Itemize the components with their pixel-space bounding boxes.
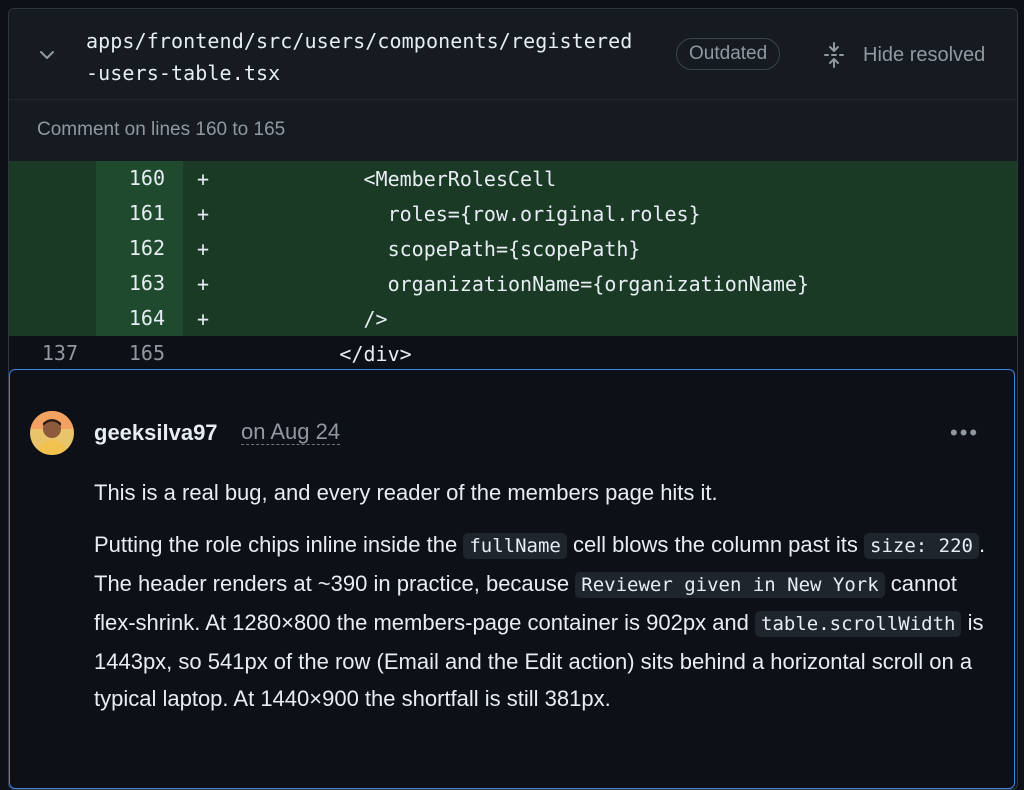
diff-hunk: 160 + <MemberRolesCell 161 + roles={row.…: [9, 161, 1017, 371]
hide-resolved-label: Hide resolved: [863, 43, 986, 66]
new-line-number[interactable]: 162: [96, 231, 183, 266]
diff-line: 162 + scopePath={scopePath}: [9, 231, 1017, 266]
diff-code: scopePath={scopePath}: [219, 236, 641, 261]
comment-on-lines: Comment on lines 160 to 165: [9, 99, 1017, 161]
new-line-number[interactable]: 163: [96, 266, 183, 301]
diff-code: </div>: [219, 341, 412, 366]
diff-code: organizationName={organizationName}: [219, 271, 810, 296]
diff-sign: +: [197, 236, 210, 261]
diff-line: 161 + roles={row.original.roles}: [9, 196, 1017, 231]
more-options-icon[interactable]: •••: [950, 420, 979, 446]
diff-line: 160 + <MemberRolesCell: [9, 161, 1017, 196]
file-path[interactable]: apps/frontend/src/users/components/regis…: [86, 25, 666, 89]
inline-code: table.scrollWidth: [755, 611, 962, 637]
avatar[interactable]: [30, 411, 74, 455]
outdated-badge: Outdated: [676, 38, 781, 70]
diff-code: <MemberRolesCell: [219, 166, 557, 191]
old-line-number: [9, 301, 96, 336]
diff-code: />: [219, 306, 388, 331]
review-comment: geeksilva97 on Aug 24 ••• This is a real…: [9, 369, 1015, 789]
old-line-number[interactable]: 137: [9, 336, 96, 371]
inline-code: size: 220: [864, 533, 979, 559]
comment-body: This is a real bug, and every reader of …: [94, 474, 994, 732]
new-line-number[interactable]: 164: [96, 301, 183, 336]
review-thread-panel: apps/frontend/src/users/components/regis…: [8, 8, 1018, 790]
diff-code: roles={row.original.roles}: [219, 201, 701, 226]
chevron-down-icon[interactable]: [37, 45, 57, 65]
diff-sign: +: [197, 271, 210, 296]
comment-paragraph-1: This is a real bug, and every reader of …: [94, 480, 718, 505]
text-segment: Putting the role chips inline inside the: [94, 532, 464, 557]
old-line-number: [9, 161, 96, 196]
hide-resolved-button[interactable]: Hide resolved: [823, 39, 985, 71]
diff-line: 137 165 </div>: [9, 336, 1017, 371]
fold-icon: [824, 42, 844, 68]
comment-author[interactable]: geeksilva97: [94, 420, 218, 446]
new-line-number[interactable]: 161: [96, 196, 183, 231]
inline-code: fullName: [463, 533, 567, 559]
old-line-number: [9, 231, 96, 266]
diff-sign: +: [197, 166, 210, 191]
inline-code: Reviewer given in New York: [575, 572, 885, 598]
old-line-number: [9, 266, 96, 301]
new-line-number[interactable]: 160: [96, 161, 183, 196]
avatar-image: [30, 411, 74, 455]
new-line-number[interactable]: 165: [96, 336, 183, 371]
diff-sign: +: [197, 306, 210, 331]
comment-paragraph-2: Putting the role chips inline inside the…: [94, 526, 994, 717]
file-path-line-1: apps/frontend/src/users/components/regis…: [86, 29, 633, 53]
diff-sign: +: [197, 201, 210, 226]
diff-line: 163 + organizationName={organizationName…: [9, 266, 1017, 301]
file-header: apps/frontend/src/users/components/regis…: [9, 9, 1017, 99]
file-path-line-2: -users-table.tsx: [86, 61, 281, 85]
diff-line: 164 + />: [9, 301, 1017, 336]
comment-date-link[interactable]: on Aug 24: [241, 420, 341, 445]
text-segment: cell blows the column past its: [566, 532, 864, 557]
old-line-number: [9, 196, 96, 231]
